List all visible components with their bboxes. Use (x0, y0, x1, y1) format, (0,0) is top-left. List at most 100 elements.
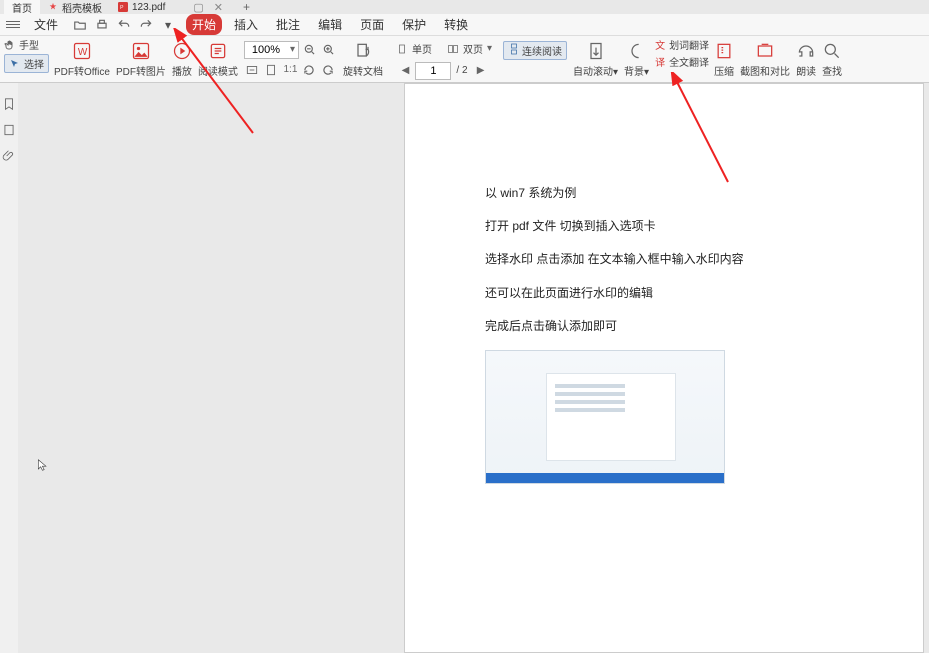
fit-page-icon[interactable] (263, 62, 279, 78)
compress-button[interactable]: 压缩 (711, 36, 737, 82)
single-page-icon (394, 41, 410, 57)
tab-home[interactable]: 首页 (4, 0, 40, 14)
rotate-doc-label: 旋转文档 (343, 63, 383, 78)
hamburger-icon[interactable] (6, 21, 20, 28)
thumbnail-panel-icon[interactable] (2, 123, 16, 137)
pdf-page: 以 win7 系统为例 打开 pdf 文件 切换到插入选项卡 选择水印 点击添加… (404, 83, 924, 653)
play-button[interactable]: 播放 (169, 36, 195, 82)
quick-access-toolbar: ▾ (72, 17, 176, 33)
find-button[interactable]: 查找 (819, 36, 845, 82)
doc-line-1: 以 win7 系统为例 (485, 184, 863, 203)
tab-add-button[interactable]: + (233, 0, 260, 14)
menu-start[interactable]: 开始 (186, 14, 222, 35)
pdf2pic-label: PDF转图片 (116, 63, 166, 78)
moon-icon (627, 41, 647, 61)
rotate-doc-button[interactable]: 旋转文档 (340, 36, 386, 82)
single-page-button[interactable]: 单页 (389, 39, 437, 59)
doc-line-5: 完成后点击确认添加即可 (485, 317, 863, 336)
hand-tool[interactable]: 手型 (4, 37, 39, 52)
single-label: 单页 (412, 41, 432, 56)
ribbon-toolbar: 手型 选择 W PDF转Office PDF转图片 播放 阅读模式 ▾ 1:1 (0, 36, 929, 83)
menu-edit[interactable]: 编辑 (312, 14, 348, 35)
dropdown-icon[interactable]: ▾ (160, 17, 176, 33)
compress-icon (714, 41, 734, 61)
pdf2pic-button[interactable]: PDF转图片 (113, 36, 169, 82)
search-icon (822, 41, 842, 61)
redo-icon[interactable] (138, 17, 154, 33)
tab-current-label: 123.pdf (132, 2, 165, 13)
prev-page-button[interactable]: ◀ (397, 63, 413, 79)
pdf2office-label: PDF转Office (54, 63, 110, 78)
screenshot-icon (755, 41, 775, 61)
zoom-group: ▾ 1:1 (241, 36, 340, 82)
full-translate-button[interactable]: 译全文翻译 (654, 54, 709, 69)
fit-width-icon[interactable] (244, 62, 260, 78)
background-label: 背景▾ (624, 63, 649, 78)
tab-bar: 首页 稻壳模板 P 123.pdf ▢ ✕ + (0, 0, 929, 14)
scratch-translate-button[interactable]: 文划词翻译 (654, 37, 709, 52)
tab-template[interactable]: 稻壳模板 (40, 0, 110, 14)
pdf2office-button[interactable]: W PDF转Office (51, 36, 113, 82)
menu-convert[interactable]: 转换 (438, 14, 474, 35)
read-label: 朗读 (796, 63, 816, 78)
read-button[interactable]: 朗读 (793, 36, 819, 82)
doc-line-3: 选择水印 点击添加 在文本输入框中输入水印内容 (485, 250, 863, 269)
autoscroll-icon (586, 41, 606, 61)
select-tool[interactable]: 选择 (4, 54, 49, 73)
translate-icon: 文 (654, 39, 666, 51)
continuous-group: 连续阅读 (500, 36, 570, 82)
double-page-button[interactable]: 双页 ▾ (440, 39, 497, 59)
tab-current[interactable]: P 123.pdf (110, 0, 173, 14)
zoom-out-icon[interactable] (302, 42, 318, 58)
readmode-icon (208, 41, 228, 61)
tab-close-icon[interactable]: ✕ (214, 1, 223, 14)
print-icon[interactable] (94, 17, 110, 33)
attachment-panel-icon[interactable] (2, 149, 16, 163)
full-translate-label: 全文翻译 (669, 54, 709, 69)
menu-page[interactable]: 页面 (354, 14, 390, 35)
chevron-down-icon: ▾ (287, 44, 298, 55)
rotate-left-icon[interactable] (301, 62, 317, 78)
undo-icon[interactable] (116, 17, 132, 33)
rotate-right-icon[interactable] (320, 62, 336, 78)
zoom-select[interactable]: ▾ (244, 41, 299, 59)
zoom-in-icon[interactable] (321, 42, 337, 58)
page-input[interactable] (415, 62, 451, 80)
page-content: 以 win7 系统为例 打开 pdf 文件 切换到插入选项卡 选择水印 点击添加… (485, 184, 863, 484)
doc-line-2: 打开 pdf 文件 切换到插入选项卡 (485, 217, 863, 236)
chevron-down-icon: ▾ (487, 43, 492, 54)
play-label: 播放 (172, 63, 192, 78)
background-button[interactable]: 背景▾ (621, 36, 652, 82)
mode-select-group: 手型 选择 (2, 36, 51, 82)
select-icon (9, 58, 21, 70)
open-icon[interactable] (72, 17, 88, 33)
continuous-icon (508, 43, 520, 58)
bookmark-panel-icon[interactable] (2, 97, 16, 111)
doc-line-4: 还可以在此页面进行水印的编辑 (485, 284, 863, 303)
continuous-read-button[interactable]: 连续阅读 (503, 41, 567, 60)
menu-file[interactable]: 文件 (28, 14, 64, 35)
hand-icon (4, 39, 16, 51)
rotate-doc-icon (353, 41, 373, 61)
tab-home-label: 首页 (12, 0, 32, 15)
select-label: 选择 (24, 56, 44, 71)
menu-bar: 文件 ▾ 开始 插入 批注 编辑 页面 保护 转换 (0, 14, 929, 36)
scratch-translate-label: 划词翻译 (669, 37, 709, 52)
menu-protect[interactable]: 保护 (396, 14, 432, 35)
zoom-input[interactable] (245, 44, 287, 56)
find-label: 查找 (822, 63, 842, 78)
embedded-screenshot (485, 350, 725, 484)
menu-annotate[interactable]: 批注 (270, 14, 306, 35)
left-sidebar (0, 83, 18, 653)
mouse-cursor-icon (36, 458, 50, 472)
translate-full-icon: 译 (654, 56, 666, 68)
autoscroll-button[interactable]: 自动滚动▾ (570, 36, 621, 82)
readmode-button[interactable]: 阅读模式 (195, 36, 241, 82)
fit-actual-icon[interactable]: 1:1 (282, 62, 298, 78)
next-page-button[interactable]: ▶ (473, 63, 489, 79)
screenshot-button[interactable]: 截图和对比 (737, 36, 793, 82)
document-area: 以 win7 系统为例 打开 pdf 文件 切换到插入选项卡 选择水印 点击添加… (18, 83, 929, 653)
menu-insert[interactable]: 插入 (228, 14, 264, 35)
double-label: 双页 (463, 41, 483, 56)
tab-restore-icon[interactable]: ▢ (193, 1, 203, 14)
